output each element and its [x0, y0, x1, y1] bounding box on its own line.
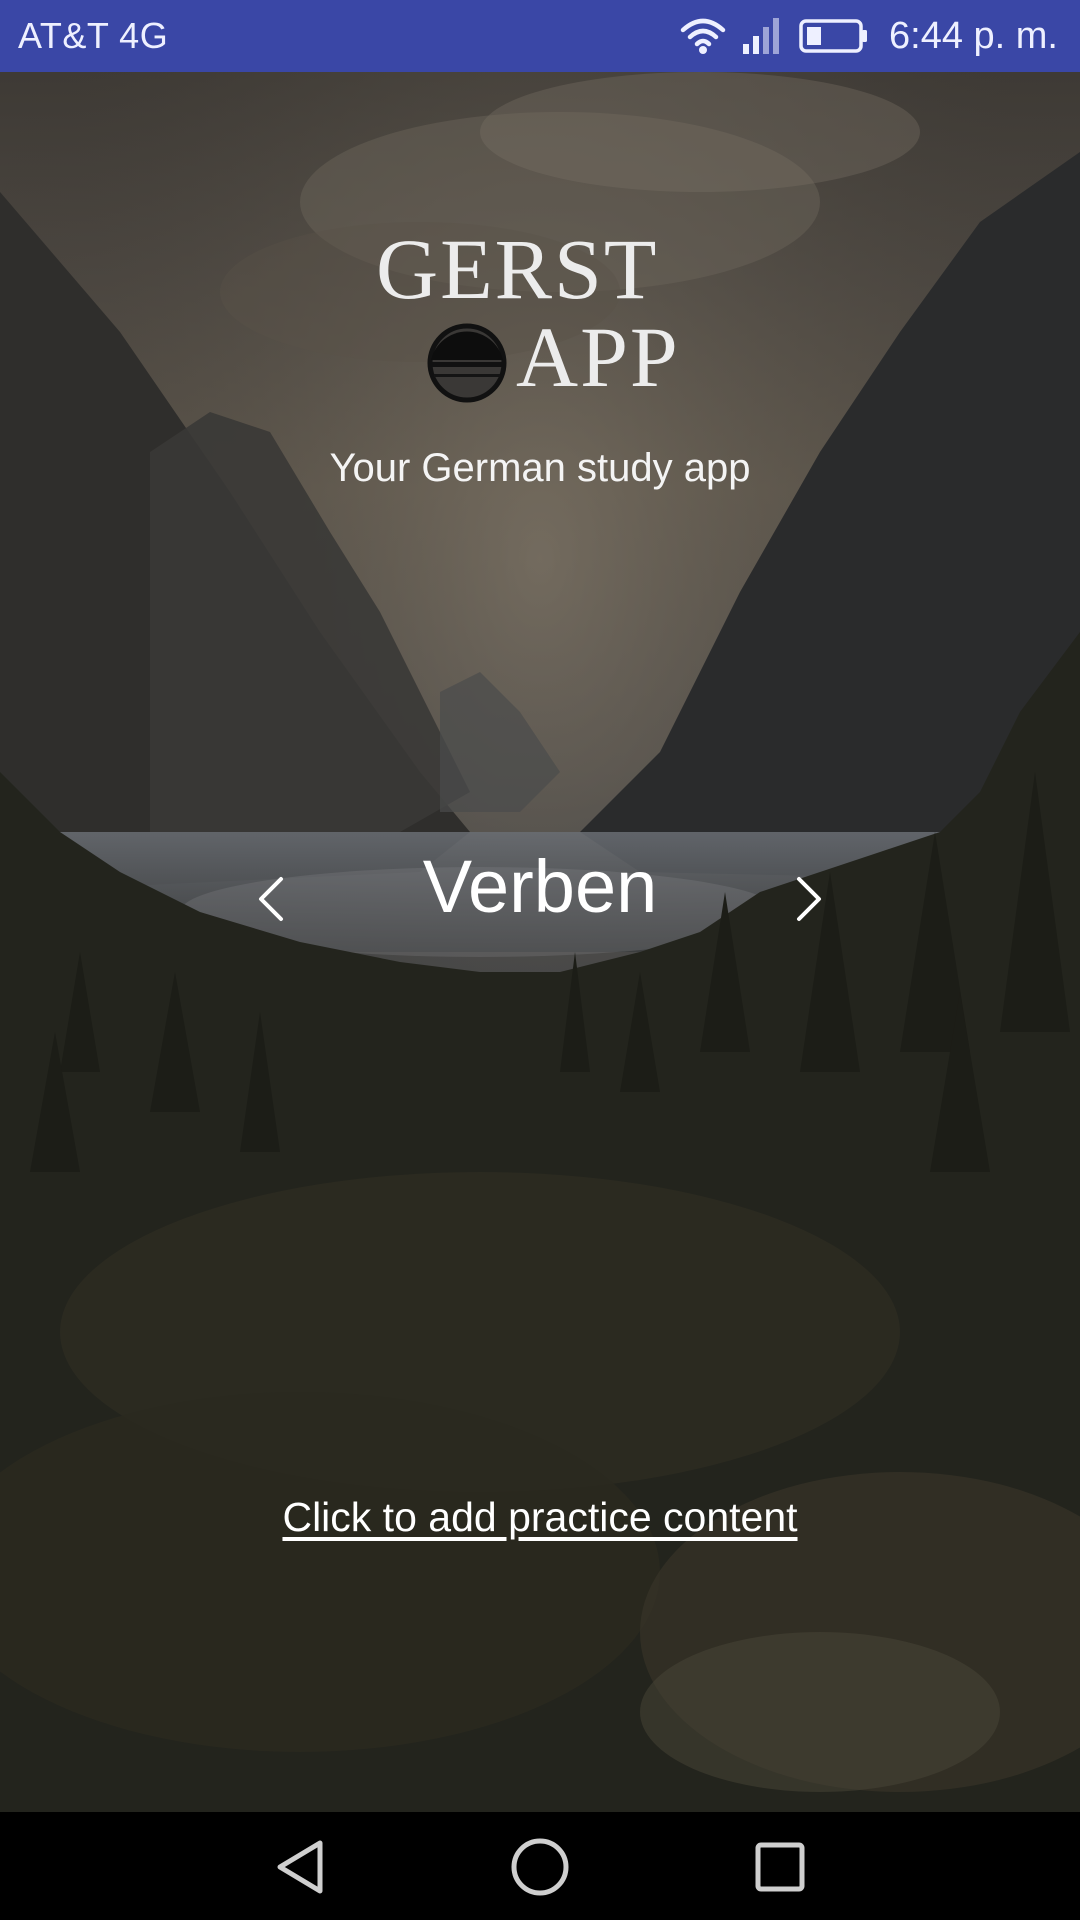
signal-icon — [741, 16, 785, 56]
carrier-label: AT&T 4G — [18, 15, 169, 56]
wifi-icon — [679, 16, 727, 56]
home-button[interactable] — [500, 1832, 580, 1902]
back-button[interactable] — [260, 1832, 340, 1902]
back-icon — [277, 1840, 323, 1894]
chevron-right-icon — [797, 877, 821, 921]
add-practice-content-link[interactable]: Click to add practice content — [282, 1494, 797, 1540]
battery-icon — [799, 18, 869, 54]
recents-button[interactable] — [740, 1832, 820, 1902]
clock: 6:44 p. m. — [889, 14, 1058, 57]
add-practice-content-area: Click to add practice content — [0, 1494, 1080, 1541]
recents-icon — [755, 1842, 805, 1892]
status-bar: AT&T 4G 6:44 p. m. — [0, 0, 1080, 72]
logo-text-line1: GERST — [376, 221, 659, 317]
tagline: Your German study app — [329, 446, 751, 490]
home-icon — [511, 1838, 569, 1896]
logo-text-line2: APP — [516, 309, 680, 405]
next-category-button[interactable] — [774, 864, 844, 934]
app-logo: GERST APP — [360, 226, 720, 406]
navigation-bar — [0, 1812, 1080, 1920]
category-title: Verben — [422, 845, 658, 928]
category-switcher: Verben — [0, 840, 1080, 950]
status-icons: 6:44 p. m. — [679, 15, 1058, 58]
half-circle-emblem-icon — [426, 322, 508, 404]
